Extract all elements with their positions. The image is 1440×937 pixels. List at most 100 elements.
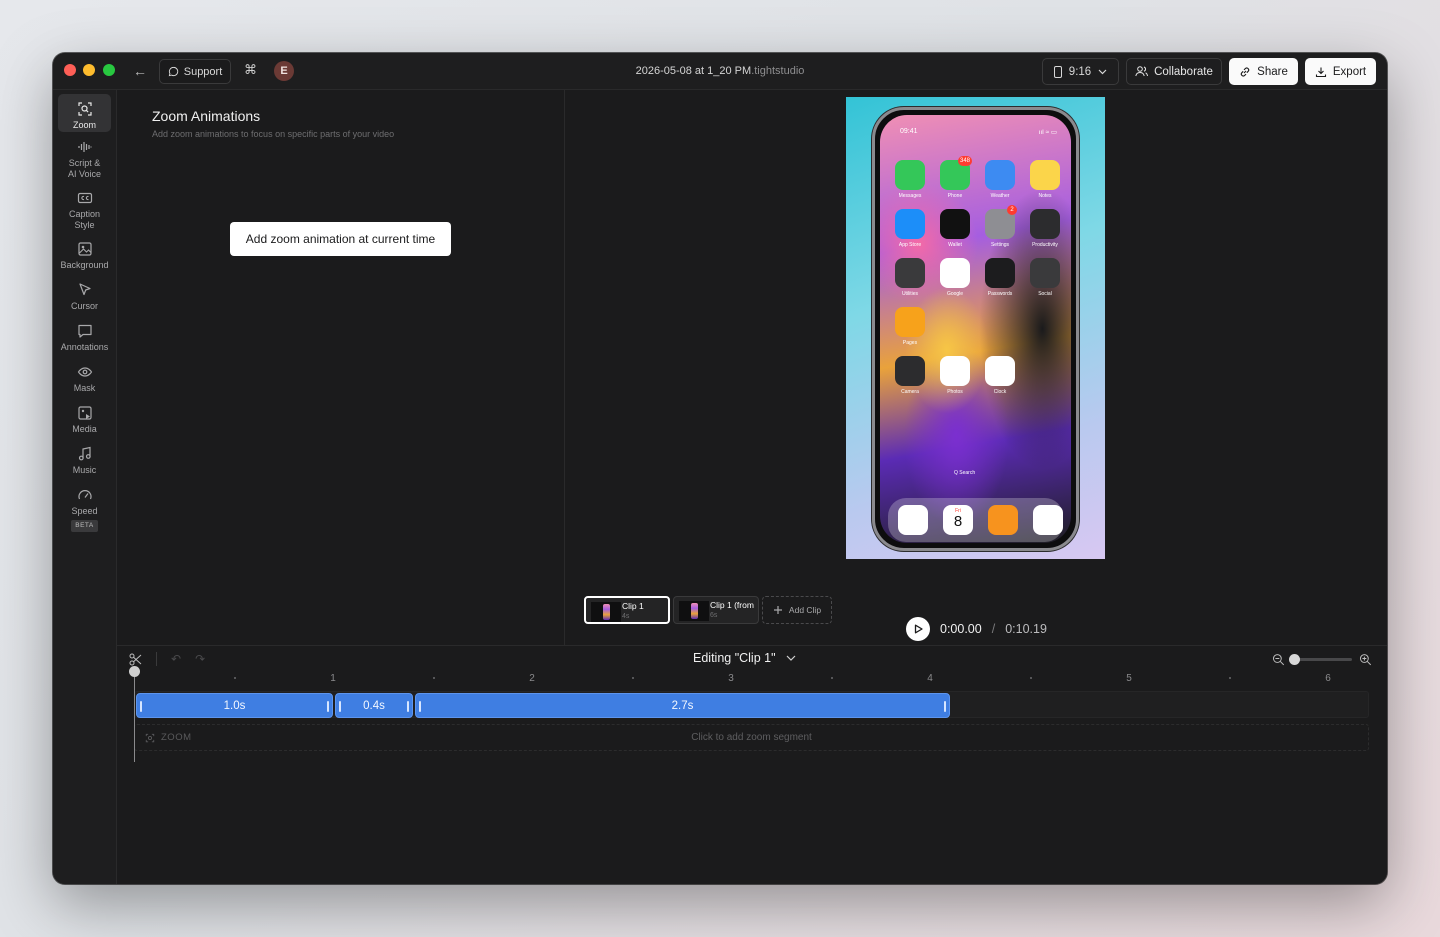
- timeline-zoom-slider[interactable]: [1288, 653, 1353, 665]
- app-window: ← Support ⌘ E 2026-05-08 at 1_20 PM.tigh…: [53, 53, 1387, 884]
- zoom-icon: [77, 102, 92, 116]
- notification-badge: 2: [1007, 205, 1017, 215]
- play-icon: [914, 624, 923, 634]
- add-zoom-animation-button[interactable]: Add zoom animation at current time: [230, 222, 451, 256]
- chevron-down-icon: [786, 655, 795, 661]
- voice-icon: [77, 142, 92, 152]
- minimize-window-button[interactable]: [83, 64, 95, 76]
- zoom-in-icon[interactable]: [1359, 653, 1372, 666]
- music-icon: [78, 446, 91, 461]
- sidebar-item-speed[interactable]: Speed BETA: [58, 487, 111, 532]
- home-search-pill: Q Search: [954, 470, 976, 476]
- redo-icon[interactable]: ↷: [195, 652, 205, 666]
- video-preview[interactable]: 09:41 ııl ≈ ▭ Messages 348 Phone Weather…: [846, 97, 1105, 559]
- app-messages-icon: [895, 160, 925, 190]
- sidebar-item-label: Music: [72, 465, 97, 475]
- support-button[interactable]: Support: [159, 59, 231, 84]
- app-label: Photos: [947, 389, 963, 395]
- sidebar-item-script-voice[interactable]: Script & AI Voice: [58, 139, 111, 179]
- ruler-tick-label: 1: [330, 673, 336, 684]
- phone-screen: 09:41 ııl ≈ ▭ Messages 348 Phone Weather…: [880, 115, 1071, 543]
- clip-card[interactable]: Clip 1 (from 6s: [673, 596, 759, 624]
- clip-card[interactable]: Clip 1 4s: [584, 596, 670, 624]
- app-pages-icon: [895, 307, 925, 337]
- current-time: 0:00.00: [940, 622, 982, 636]
- app-passwords-icon: [985, 258, 1015, 288]
- clip-name: Clip 1 (from: [710, 600, 754, 610]
- background-icon: [77, 242, 92, 256]
- add-clip-label: Add Clip: [788, 605, 822, 615]
- sidebar-item-annotations[interactable]: Annotations: [58, 323, 111, 353]
- document-name: 2026-05-08 at 1_20 PM: [635, 65, 752, 77]
- sidebar-item-caption-style[interactable]: Caption Style: [58, 190, 111, 230]
- time-ruler[interactable]: 1 2 3 4 5 6: [134, 671, 1371, 687]
- clip-thumbnail: [679, 601, 709, 621]
- editing-label: Editing "Clip 1": [693, 651, 776, 665]
- sidebar-item-label: Annotations: [60, 342, 109, 352]
- close-window-button[interactable]: [64, 64, 76, 76]
- clip-segment[interactable]: 2.7s: [415, 693, 950, 718]
- app-store-icon: [895, 209, 925, 239]
- timeline-tools: ↶ ↷: [129, 651, 205, 667]
- scissors-icon[interactable]: [129, 653, 142, 666]
- document-extension: .tightstudio: [751, 65, 805, 77]
- ruler-half-tick: [432, 677, 435, 679]
- app-label: Camera: [901, 389, 919, 395]
- clip-thumbnail: [591, 602, 621, 622]
- app-label: Productivity: [1032, 242, 1058, 248]
- undo-icon[interactable]: ↶: [171, 652, 181, 666]
- sidebar-item-media[interactable]: Media: [58, 405, 111, 435]
- play-button[interactable]: [906, 617, 930, 641]
- notification-badge: 348: [958, 156, 973, 166]
- zoom-track[interactable]: ZOOM Click to add zoom segment: [134, 724, 1369, 751]
- app-productivity-folder-icon: [1030, 209, 1060, 239]
- clip-name: Clip 1: [622, 601, 644, 611]
- panel-title: Zoom Animations: [152, 108, 261, 124]
- playhead[interactable]: [134, 670, 135, 762]
- app-label: Messages: [898, 193, 922, 199]
- zoom-out-icon[interactable]: [1272, 653, 1285, 666]
- share-button[interactable]: Share: [1229, 58, 1298, 85]
- panel-subtitle: Add zoom animations to focus on specific…: [152, 129, 395, 139]
- app-notes-icon: [1030, 160, 1060, 190]
- playhead-handle[interactable]: [129, 666, 140, 677]
- clip-segment[interactable]: 1.0s: [136, 693, 333, 718]
- slider-knob[interactable]: [1288, 653, 1300, 665]
- clip-segment[interactable]: 0.4s: [335, 693, 413, 718]
- editing-clip-dropdown[interactable]: Editing "Clip 1": [693, 651, 796, 665]
- add-clip-button[interactable]: Add Clip: [762, 596, 832, 624]
- aspect-ratio-dropdown[interactable]: 9:16: [1042, 58, 1119, 85]
- command-icon[interactable]: ⌘: [244, 62, 257, 78]
- phone-outline-icon: [1053, 65, 1062, 78]
- download-icon: [1315, 67, 1326, 77]
- app-weather-icon: [985, 160, 1015, 190]
- clip-segments-track[interactable]: 1.0s 0.4s 2.7s: [134, 691, 1369, 718]
- sidebar-item-music[interactable]: Music: [58, 446, 111, 476]
- ruler-tick-label: 3: [728, 673, 734, 684]
- toolbar-divider: [156, 652, 157, 666]
- maximize-window-button[interactable]: [103, 64, 115, 76]
- ruler-tick-label: 6: [1325, 673, 1331, 684]
- sidebar-item-label: Cursor: [70, 301, 98, 311]
- sidebar-item-cursor[interactable]: Cursor: [58, 282, 111, 312]
- app-tasks-icon: [1033, 505, 1063, 535]
- media-icon: [77, 406, 92, 420]
- phone-time: 09:41: [900, 128, 918, 135]
- back-arrow-icon[interactable]: ←: [131, 62, 149, 80]
- sidebar-item-zoom[interactable]: Zoom: [58, 94, 111, 132]
- export-button[interactable]: Export: [1305, 58, 1376, 85]
- app-label: Clock: [993, 389, 1007, 395]
- sidebar-item-background[interactable]: Background: [58, 241, 111, 271]
- timeline: ↶ ↷ Editing "Clip 1" 1 2 3 4 5 6 1.0s 0.4s 2.7s…: [117, 645, 1387, 884]
- ruler-half-tick: [1228, 677, 1231, 679]
- aspect-ratio-label: 9:16: [1068, 65, 1092, 78]
- avatar[interactable]: E: [274, 61, 294, 81]
- sidebar-item-mask[interactable]: Mask: [58, 364, 111, 394]
- app-label: Settings: [990, 242, 1010, 248]
- annotations-icon: [77, 324, 92, 338]
- app-label: Weather: [990, 193, 1010, 199]
- timeline-zoom-control: [1272, 652, 1372, 666]
- collaborate-button[interactable]: Collaborate: [1126, 58, 1222, 85]
- app-wallet-icon: [940, 209, 970, 239]
- sidebar-item-label: Background: [60, 260, 109, 270]
